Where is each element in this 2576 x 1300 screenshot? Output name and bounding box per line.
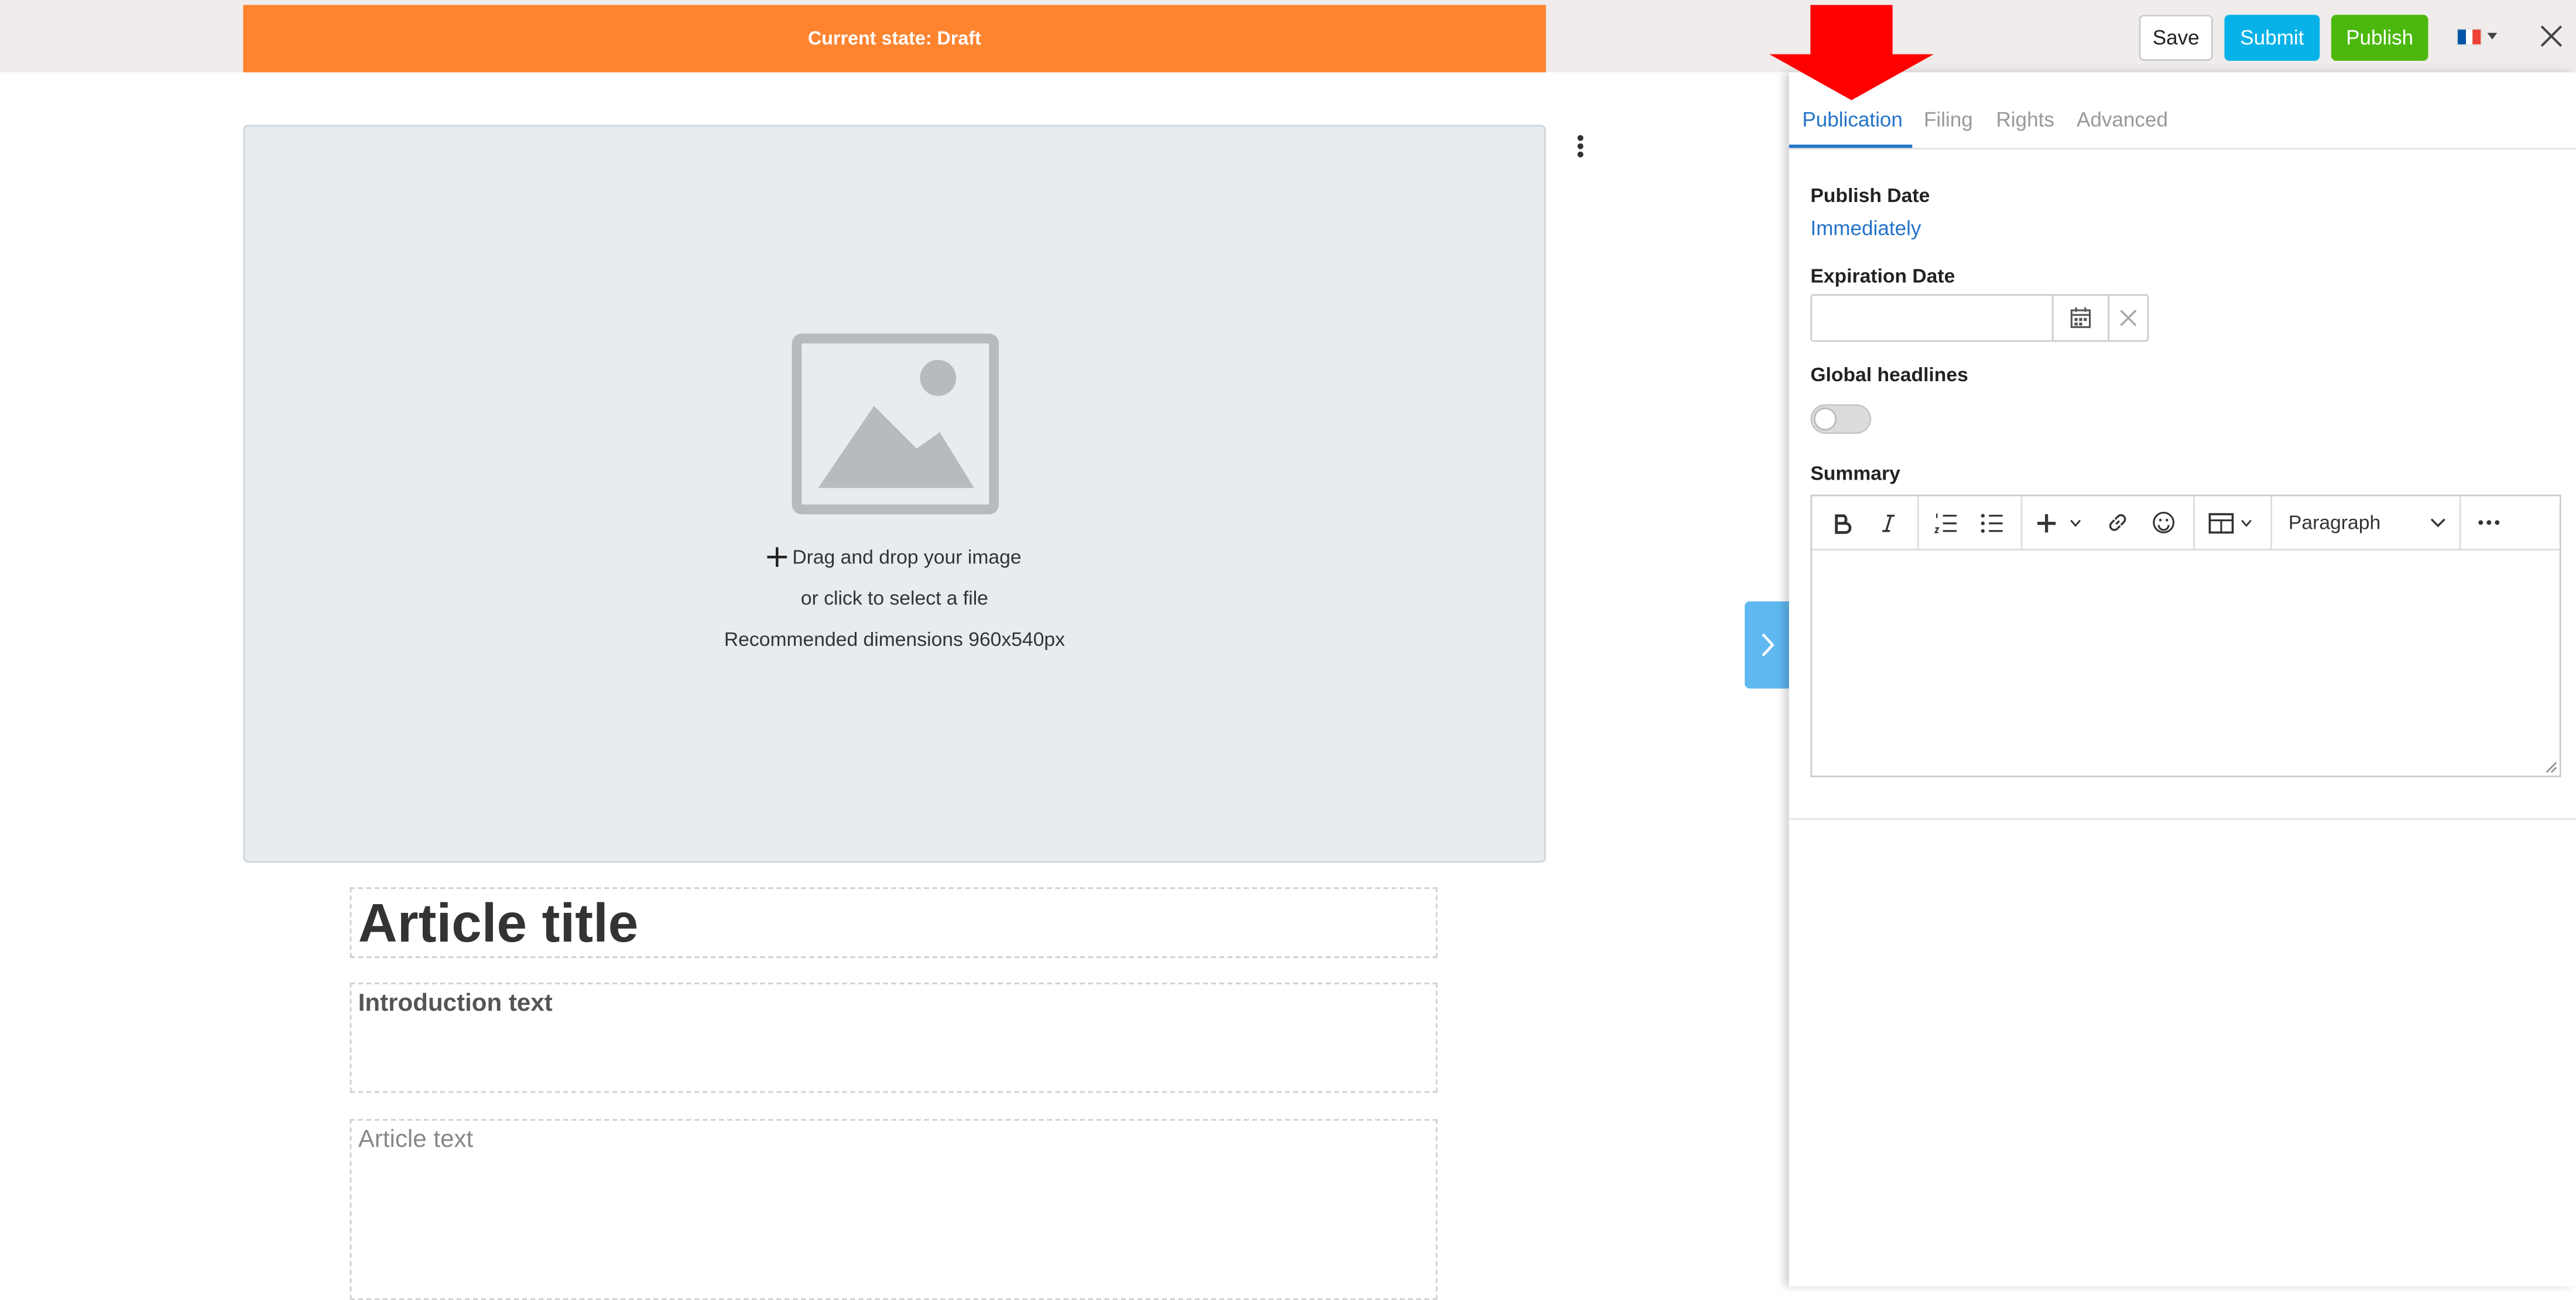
dropzone-dimensions: Recommended dimensions 960x540px [724,627,1066,651]
bold-button[interactable] [1825,503,1858,542]
bullet-list-icon [1980,513,2002,532]
global-headlines-label: Global headlines [1810,363,1968,386]
tab-publication[interactable]: Publication [1802,108,1903,131]
chevron-right-icon [1762,633,1775,657]
summary-toolbar: Paragraph [1812,496,2560,551]
toolbar-separator [1917,496,1919,549]
emoji-button[interactable] [2146,503,2182,542]
plus-icon [768,547,787,567]
dropzone-line-2: or click to select a file [800,586,988,610]
more-icon [2478,520,2500,525]
global-headlines-toggle[interactable] [1810,404,1872,434]
expiration-date-input[interactable] [1812,296,2054,340]
image-dropzone[interactable]: Drag and drop your image or click to sel… [243,125,1546,863]
flag-fr-icon [2456,27,2483,46]
numbered-list-icon [1933,512,1956,533]
kebab-menu-icon[interactable] [1574,131,1587,161]
insert-icon [2037,513,2081,532]
article-text-placeholder: Article text [358,1125,474,1154]
article-title-placeholder: Article title [358,892,639,953]
collapse-panel-button[interactable] [1745,601,1789,689]
toolbar-separator [2459,496,2461,549]
block-format-select[interactable]: Paragraph [2279,503,2456,542]
introduction-placeholder: Introduction text [358,989,553,1017]
italic-button[interactable] [1871,503,1904,542]
state-banner: Current state: Draft [243,5,1546,73]
tab-advanced[interactable]: Advanced [2077,108,2168,131]
block-format-value: Paragraph [2288,511,2381,534]
caret-down-icon [2487,33,2498,40]
close-icon[interactable] [2537,21,2567,51]
top-bar: Current state: Draft Save Submit Publish [0,0,2576,73]
calendar-icon [2070,307,2091,329]
table-button[interactable] [2203,503,2262,542]
toggle-knob [1813,407,1837,431]
toolbar-separator [2020,496,2023,549]
toolbar-separator [2270,496,2272,549]
dropzone-instruction: Drag and drop your image [245,546,1544,569]
tab-filing[interactable]: Filing [1924,108,1973,131]
summary-editor: Paragraph [1810,494,2561,778]
dropzone-line-1: Drag and drop your image [792,545,1022,569]
emoji-icon [2153,511,2175,533]
summary-text-area[interactable] [1812,550,2560,775]
expiration-date-picker [1810,294,2149,342]
link-button[interactable] [2099,503,2136,542]
publish-date-label: Publish Date [1810,184,1930,207]
settings-panel: Publication Filing Rights Advanced Publi… [1789,72,2576,1287]
calendar-button[interactable] [2054,296,2110,340]
more-button[interactable] [2469,503,2509,542]
expiration-date-label: Expiration Date [1810,264,1955,288]
italic-icon [1881,514,1894,532]
publish-date-link[interactable]: Immediately [1810,217,1921,240]
language-selector[interactable] [2456,23,2505,49]
bold-icon [1834,513,1851,533]
numbered-list-button[interactable] [1927,503,1964,542]
state-label: Current state: Draft [807,29,981,49]
annotation-arrow-icon [1769,5,1934,101]
introduction-field[interactable]: Introduction text [350,983,1438,1093]
chevron-down-icon [2430,518,2445,528]
article-title-field[interactable]: Article title [350,887,1438,958]
image-placeholder-icon [792,333,999,515]
summary-label: Summary [1810,461,1900,485]
toolbar-separator [2193,496,2195,549]
resize-handle-icon[interactable] [2545,761,2558,774]
panel-divider [1789,818,2576,820]
clear-icon [2120,309,2137,327]
save-button[interactable]: Save [2139,15,2213,61]
link-icon [2109,514,2126,531]
article-text-field[interactable]: Article text [350,1118,1438,1300]
publish-button[interactable]: Publish [2331,15,2428,61]
submit-button[interactable]: Submit [2224,15,2320,61]
clear-date-button[interactable] [2109,296,2147,340]
insert-button[interactable] [2032,503,2091,542]
active-tab-indicator [1789,144,1913,148]
tab-rights[interactable]: Rights [1996,108,2054,131]
bullet-list-button[interactable] [1973,503,2009,542]
table-icon [2208,512,2252,533]
